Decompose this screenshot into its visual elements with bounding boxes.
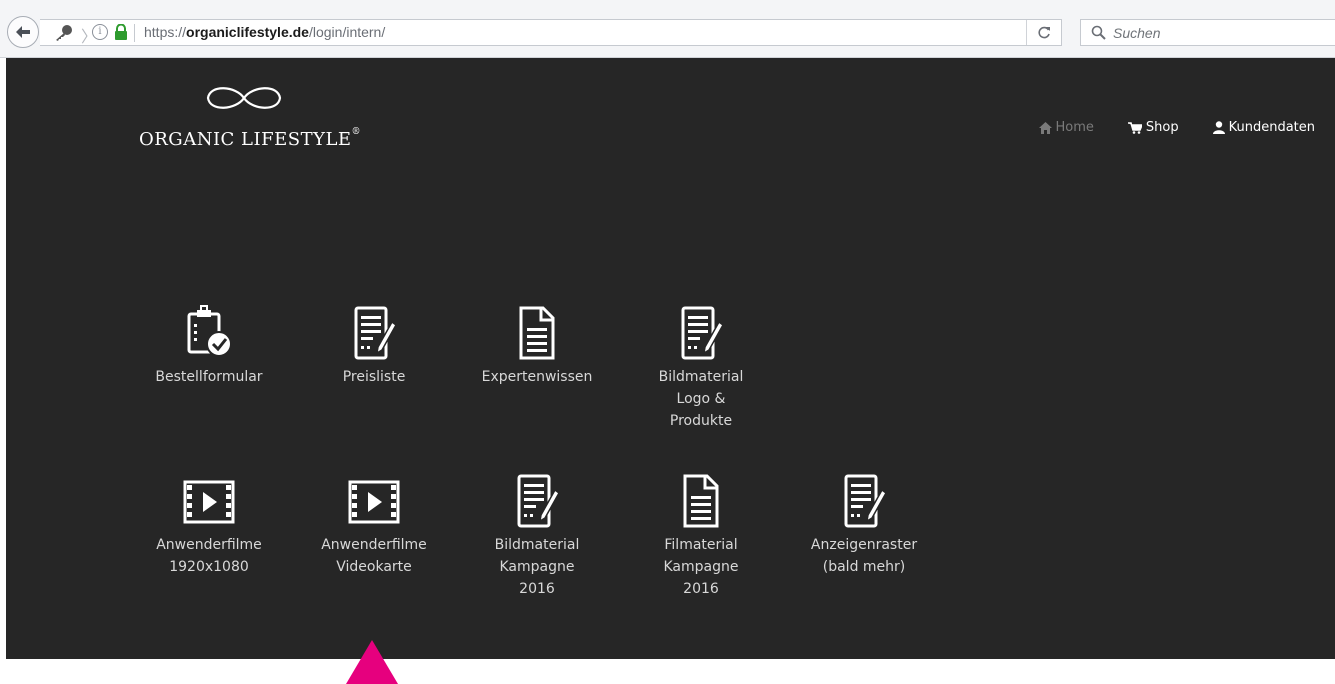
document-edit-icon — [681, 306, 724, 360]
search-input[interactable] — [1113, 23, 1313, 42]
info-icon[interactable]: i — [92, 24, 108, 40]
tile-anwenderfilme-videokarte[interactable]: Anwenderfilme Videokarte — [299, 470, 449, 578]
home-icon — [1038, 121, 1052, 134]
main-nav: Home Shop Kundendaten — [1005, 120, 1315, 135]
nav-shop[interactable]: Shop — [1127, 120, 1179, 135]
cart-icon — [1127, 121, 1142, 134]
document-edit-icon — [354, 306, 397, 360]
logo-wordmark: ORGANIC LIFESTYLE® — [139, 127, 362, 150]
tile-label: Preisliste — [342, 369, 406, 385]
tile-label: Expertenwissen — [481, 369, 593, 385]
address-divider — [134, 24, 135, 42]
tile-label: Anwenderfilme Videokarte — [321, 537, 427, 575]
film-icon — [183, 480, 235, 524]
tile-label: Bildmaterial Logo & Produkte — [658, 369, 744, 429]
user-icon — [1212, 121, 1225, 134]
tile-label: Filmaterial Kampagne 2016 — [663, 537, 739, 597]
tile-label: Bestellformular — [155, 369, 263, 385]
tile-bildmaterial-logo-produkte[interactable]: Bildmaterial Logo & Produkte — [626, 302, 776, 432]
tile-label: Anzeigenraster (bald mehr) — [810, 537, 918, 575]
key-icon[interactable] — [54, 24, 74, 42]
annotation-arrow — [346, 640, 398, 684]
tile-label: Bildmaterial Kampagne 2016 — [494, 537, 580, 597]
search-icon — [1091, 25, 1106, 40]
document-icon — [519, 306, 555, 360]
nav-kundendaten-label: Kundendaten — [1228, 120, 1315, 135]
document-edit-icon — [517, 474, 560, 528]
tile-bildmaterial-kampagne-2016[interactable]: Bildmaterial Kampagne 2016 — [462, 470, 612, 600]
search-box[interactable] — [1080, 19, 1335, 46]
reload-button[interactable] — [1026, 20, 1061, 45]
clipboard-check-icon — [187, 305, 232, 357]
document-icon — [683, 474, 719, 528]
tile-label: Anwenderfilme 1920x1080 — [156, 537, 262, 575]
url-text[interactable]: https://organiclifestyle.de/login/intern… — [144, 24, 385, 40]
nav-home[interactable]: Home — [1038, 120, 1094, 135]
document-edit-icon — [844, 474, 887, 528]
nav-shop-label: Shop — [1145, 120, 1179, 135]
nav-kundendaten[interactable]: Kundendaten — [1212, 120, 1315, 135]
site-logo[interactable]: ORGANIC LIFESTYLE® — [139, 80, 399, 160]
tile-anwenderfilme-1920x1080[interactable]: Anwenderfilme 1920x1080 — [134, 470, 284, 578]
browser-toolbar: 〉 i https://organiclifestyle.de/login/in… — [0, 0, 1335, 58]
page-content: ORGANIC LIFESTYLE® Home Shop Kundendaten… — [6, 58, 1335, 684]
tile-expertenwissen[interactable]: Expertenwissen — [462, 302, 612, 388]
back-arrow-icon — [16, 26, 30, 38]
back-button[interactable] — [7, 16, 39, 48]
tile-filmaterial-kampagne-2016[interactable]: Filmaterial Kampagne 2016 — [626, 470, 776, 600]
reload-icon — [1038, 26, 1050, 38]
infinity-logo-icon — [206, 87, 282, 109]
tile-anzeigenraster[interactable]: Anzeigenraster (bald mehr) — [789, 470, 939, 578]
film-icon — [348, 480, 400, 524]
tile-bestellformular[interactable]: Bestellformular — [134, 302, 284, 388]
lock-icon[interactable] — [114, 24, 128, 41]
nav-home-label: Home — [1055, 120, 1094, 135]
address-bar[interactable]: 〉 i https://organiclifestyle.de/login/in… — [40, 19, 1062, 46]
tile-preisliste[interactable]: Preisliste — [299, 302, 449, 388]
